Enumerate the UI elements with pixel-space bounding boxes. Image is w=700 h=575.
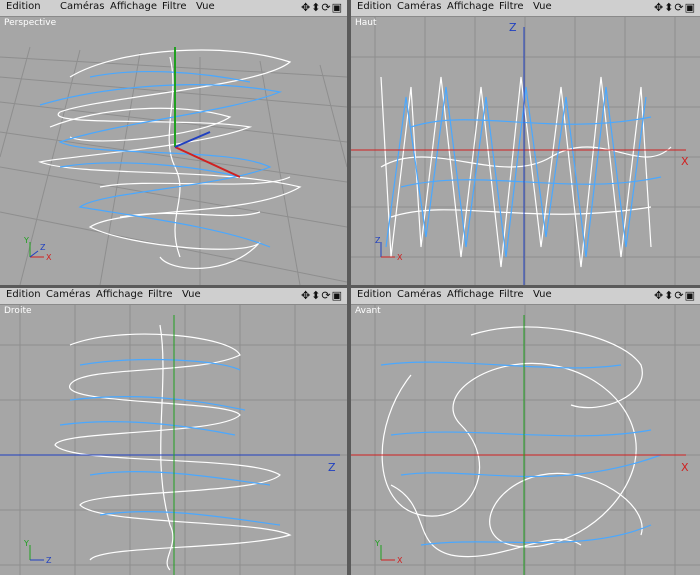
viewport-menubar: Edition Caméras Affichage Filtre Vue ✥⬍⟳… [0, 0, 347, 17]
maximize-icon[interactable]: ▣ [685, 1, 696, 14]
menu-edition[interactable]: Edition [357, 289, 392, 300]
mini-axis-z-label: Z [375, 236, 381, 245]
perspective-scene: Y X Z [0, 46, 347, 285]
mini-axis-x-label: X [397, 556, 403, 565]
nav-controls: ✥⬍⟳▣ [301, 1, 343, 14]
menu-cameras[interactable]: Caméras [60, 1, 104, 12]
mini-axis-x-label: X [397, 253, 403, 262]
move-icon[interactable]: ✥ [654, 289, 664, 302]
maximize-icon[interactable]: ▣ [332, 289, 343, 302]
right-scene: Z Y Z [0, 305, 347, 575]
maximize-icon[interactable]: ▣ [332, 1, 343, 14]
nav-controls: ✥⬍⟳▣ [654, 1, 696, 14]
viewport-right[interactable]: Edition Caméras Affichage Filtre Vue ✥⬍⟳… [0, 288, 347, 575]
viewport-title: Haut [355, 18, 377, 28]
right-mini-axes: Y Z [23, 539, 52, 565]
viewport-menubar: Edition Caméras Affichage Filtre Vue ✥⬍⟳… [351, 0, 700, 17]
viewport-front[interactable]: Edition Caméras Affichage Filtre Vue ✥⬍⟳… [351, 288, 700, 575]
move-icon[interactable]: ✥ [301, 1, 311, 14]
menu-filtre[interactable]: Filtre [148, 289, 173, 300]
menu-filtre[interactable]: Filtre [162, 1, 187, 12]
menu-vue[interactable]: Vue [533, 1, 552, 12]
viewport-menubar: Edition Caméras Affichage Filtre Vue ✥⬍⟳… [351, 288, 700, 305]
rotate-icon[interactable]: ⟳ [674, 1, 684, 14]
axis-x-label: X [681, 461, 689, 474]
move-icon[interactable]: ✥ [301, 289, 311, 302]
mini-axis-z-label: Z [40, 243, 46, 252]
menu-edition[interactable]: Edition [6, 289, 41, 300]
menu-cameras[interactable]: Caméras [46, 289, 90, 300]
nav-controls: ✥⬍⟳▣ [654, 289, 696, 302]
zoom-icon[interactable]: ⬍ [664, 1, 674, 14]
menu-affichage[interactable]: Affichage [447, 289, 494, 300]
menu-filtre[interactable]: Filtre [499, 1, 524, 12]
viewport-perspective[interactable]: Edition Caméras Affichage Filtre Vue ✥⬍⟳… [0, 0, 347, 285]
front-mini-axes: Y X [374, 539, 403, 565]
mini-axis-x-label: X [46, 253, 52, 262]
axis-x-line [174, 146, 241, 178]
front-scene: X Y X [351, 305, 700, 575]
menu-vue[interactable]: Vue [196, 1, 215, 12]
axis-x-label: X [681, 155, 689, 168]
nav-controls: ✥⬍⟳▣ [301, 289, 343, 302]
move-icon[interactable]: ✥ [654, 1, 664, 14]
mini-axis-y-label: Y [23, 539, 29, 548]
menu-vue[interactable]: Vue [533, 289, 552, 300]
menu-filtre[interactable]: Filtre [499, 289, 524, 300]
menu-edition[interactable]: Edition [357, 1, 392, 12]
viewport-title: Droite [4, 306, 32, 316]
maximize-icon[interactable]: ▣ [685, 289, 696, 302]
axis-z-label: Z [328, 461, 336, 474]
menu-cameras[interactable]: Caméras [397, 1, 441, 12]
menu-edition[interactable]: Edition [6, 1, 41, 12]
zoom-icon[interactable]: ⬍ [664, 289, 674, 302]
viewport-menubar: Edition Caméras Affichage Filtre Vue ✥⬍⟳… [0, 288, 347, 305]
menu-affichage[interactable]: Affichage [96, 289, 143, 300]
viewport-title: Perspective [4, 18, 57, 28]
mini-axis-y-label: Y [374, 539, 380, 548]
menu-affichage[interactable]: Affichage [447, 1, 494, 12]
top-mini-axes: Z X [375, 236, 403, 262]
rotate-icon[interactable]: ⟳ [321, 289, 331, 302]
menu-affichage[interactable]: Affichage [110, 1, 157, 12]
viewport-title: Avant [355, 306, 381, 316]
rotate-icon[interactable]: ⟳ [674, 289, 684, 302]
mini-axis-z-label: Z [46, 556, 52, 565]
front-grid [351, 305, 700, 575]
rotate-icon[interactable]: ⟳ [321, 1, 331, 14]
axis-z-label: Z [509, 21, 517, 34]
top-scene: X Z Z X [351, 17, 700, 285]
mini-axis-y-label: Y [23, 236, 29, 245]
zoom-icon[interactable]: ⬍ [311, 1, 321, 14]
menu-vue[interactable]: Vue [182, 289, 201, 300]
zoom-icon[interactable]: ⬍ [311, 289, 321, 302]
viewport-top[interactable]: Edition Caméras Affichage Filtre Vue ✥⬍⟳… [351, 0, 700, 285]
menu-cameras[interactable]: Caméras [397, 289, 441, 300]
